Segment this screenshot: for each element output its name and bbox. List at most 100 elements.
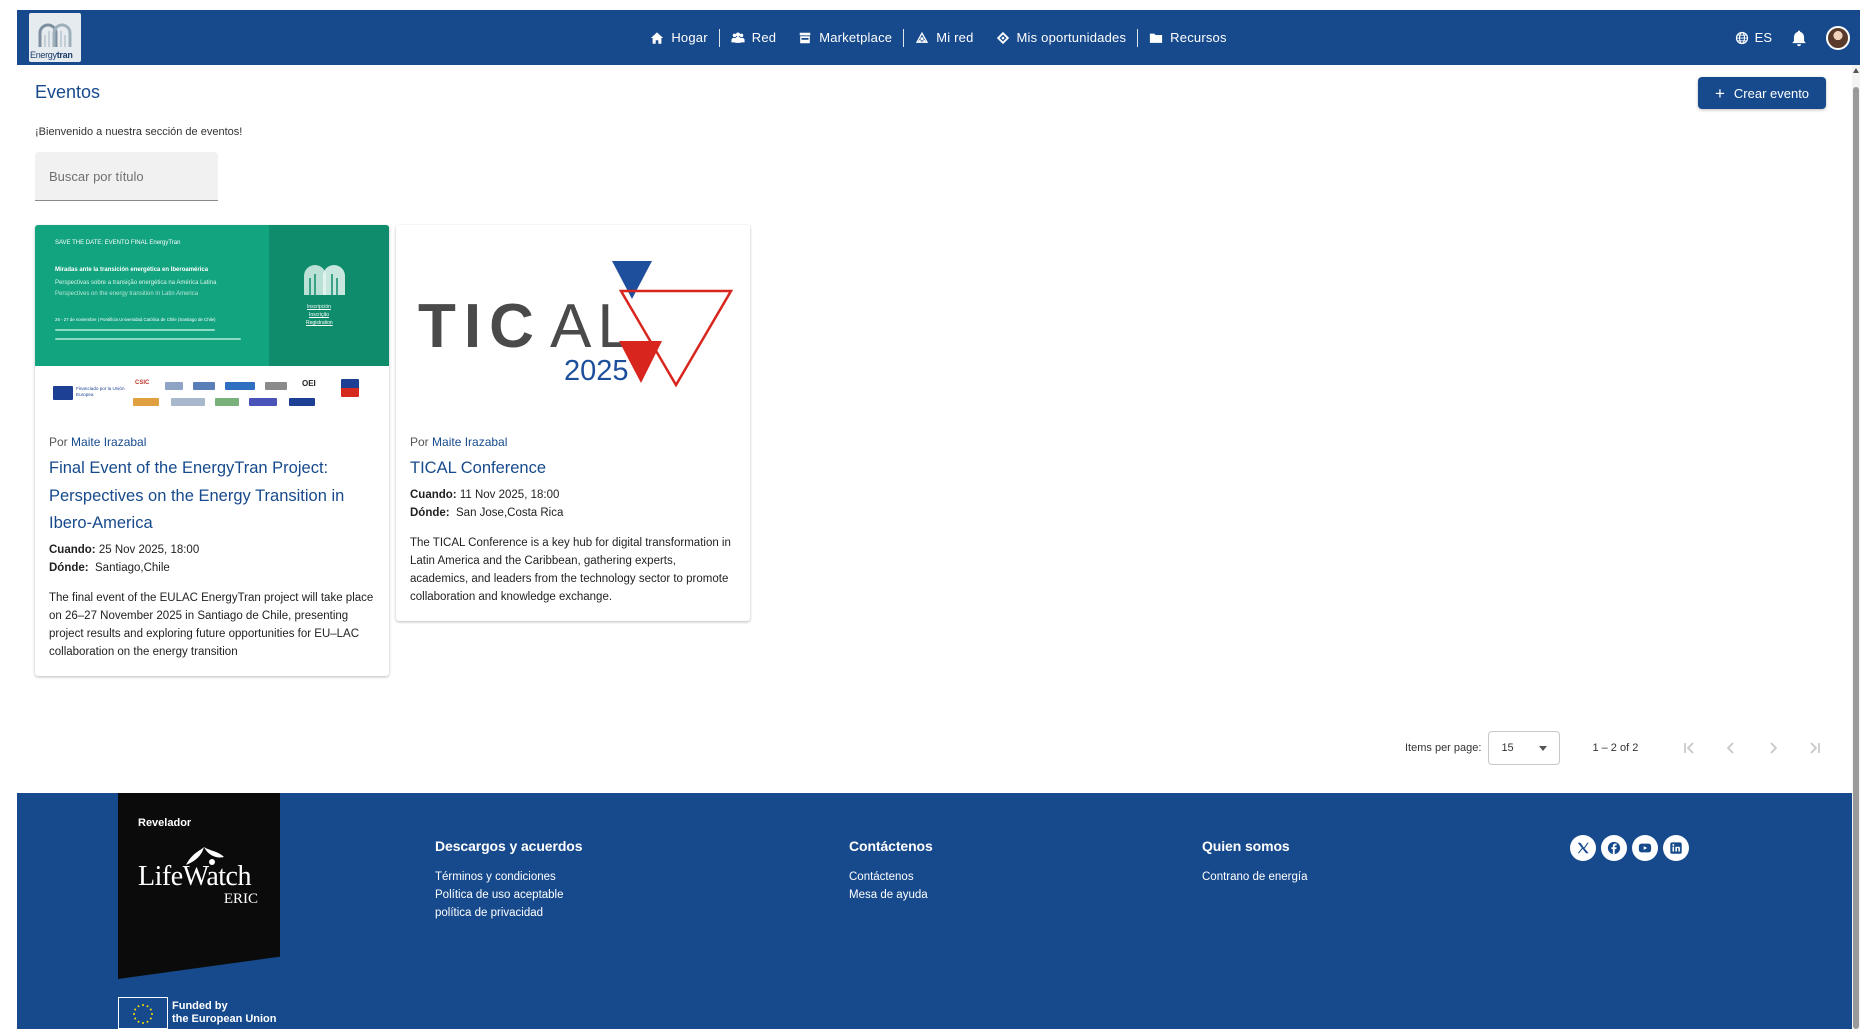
- footer-column-contact: Contáctenos Contáctenos Mesa de ayuda: [849, 838, 933, 904]
- top-navbar: Energytran Hogar Red Marketplace Mi red: [17, 10, 1860, 65]
- language-selector[interactable]: ES: [1735, 30, 1772, 45]
- eu-flag: [118, 997, 168, 1029]
- event-card[interactable]: Inscripción Inscrição Registration SAVE …: [35, 225, 389, 676]
- search-input[interactable]: [35, 152, 218, 200]
- caret-down-icon: [1539, 745, 1548, 751]
- scrollbar-thumb[interactable]: [1853, 87, 1859, 1029]
- last-page-button[interactable]: [1794, 731, 1836, 765]
- where-value: Santiago,Chile: [95, 561, 170, 574]
- footer-column-title: Descargos y acuerdos: [435, 838, 583, 854]
- poster-arch-icon: [304, 265, 345, 295]
- footer-link-about[interactable]: Contrano de energía: [1202, 868, 1308, 886]
- partner-logo: [225, 382, 255, 390]
- lifewatch-eric: ERIC: [223, 891, 258, 907]
- footer-link-acceptable-use[interactable]: Política de uso aceptable: [435, 886, 582, 904]
- storefront-icon: [799, 32, 811, 43]
- banner-label: Revelador: [138, 817, 192, 829]
- where-label: Dónde:: [410, 506, 450, 519]
- nav-label-recursos: Recursos: [1170, 30, 1227, 45]
- nav-item-hogar[interactable]: Hogar: [639, 23, 718, 53]
- tical-logo: TIC AL 2025: [418, 261, 734, 388]
- nav-item-red[interactable]: Red: [720, 23, 787, 53]
- next-page-button[interactable]: [1752, 731, 1794, 765]
- bell-icon[interactable]: [1790, 29, 1808, 47]
- event-card-body: Por Maite Irazabal TICAL Conference Cuan…: [396, 425, 750, 606]
- plus-icon: +: [1714, 83, 1725, 103]
- previous-page-button[interactable]: [1710, 731, 1752, 765]
- create-event-label: Crear evento: [1733, 85, 1810, 101]
- scroll-up-icon[interactable]: [1853, 68, 1859, 73]
- poster-subline-en: Perspectives on the energy transition in…: [55, 291, 199, 297]
- footer-link-contact[interactable]: Contáctenos: [849, 868, 933, 886]
- when-value: 25 Nov 2025, 18:00: [98, 543, 200, 556]
- eu-stars-icon: [133, 1004, 153, 1024]
- when-label: Cuando:: [49, 543, 96, 556]
- events-page: Energytran Hogar Red Marketplace Mi red: [0, 0, 1860, 1029]
- youtube-link[interactable]: [1632, 835, 1658, 861]
- nav-divider: [903, 28, 905, 47]
- event-when: Cuando: 25 Nov 2025, 18:00: [49, 541, 375, 559]
- author-link[interactable]: Maite Irazabal: [71, 435, 146, 449]
- author-link[interactable]: Maite Irazabal: [432, 435, 507, 449]
- when-value: 11 Nov 2025, 18:00: [459, 488, 560, 501]
- chevron-right-icon: [1770, 742, 1778, 754]
- paginator: Items per page: 15 1 – 2 of 2: [1405, 731, 1836, 765]
- linkedin-link[interactable]: [1663, 835, 1689, 861]
- partner-logo: [193, 382, 215, 390]
- nav-divider: [718, 28, 720, 47]
- youtube-icon: [1638, 843, 1652, 853]
- tag-icon: [996, 31, 1009, 44]
- search-field[interactable]: [35, 152, 218, 201]
- poster-eu-funded: Financiado por la Unión Europea: [76, 386, 125, 397]
- poster-headline: Miradas ante la transición energética en…: [55, 267, 209, 273]
- event-title-link[interactable]: Final Event of the EnergyTran Project: P…: [49, 455, 375, 538]
- nav-item-recursos[interactable]: Recursos: [1138, 23, 1238, 53]
- nav-right-group: ES: [1735, 10, 1850, 65]
- nav-item-mis-oportunidades[interactable]: Mis oportunidades: [985, 23, 1138, 53]
- tical-logo-image[interactable]: TIC AL 2025: [396, 225, 750, 425]
- nav-label-mi-red: Mi red: [936, 30, 974, 45]
- footer-link-helpdesk[interactable]: Mesa de ayuda: [849, 886, 933, 904]
- where-label: Dónde:: [49, 561, 89, 574]
- event-byline: Por Maite Irazabal: [49, 435, 375, 449]
- create-event-button[interactable]: + Crear evento: [1698, 77, 1826, 109]
- language-code: ES: [1754, 30, 1772, 45]
- globe-icon: [1735, 31, 1748, 44]
- tical-year: 2025: [564, 355, 629, 387]
- lifewatch-wordmark: LifeWatch: [138, 861, 251, 892]
- event-byline: Por Maite Irazabal: [410, 435, 736, 449]
- partner-logo: [249, 398, 277, 406]
- x-link[interactable]: [1570, 835, 1596, 861]
- window-top-strip: [0, 0, 1860, 10]
- eu-funded-line1: Funded by: [172, 1000, 228, 1012]
- page-size-select[interactable]: 15: [1488, 731, 1561, 765]
- facebook-link[interactable]: [1601, 835, 1627, 861]
- user-avatar[interactable]: [1826, 25, 1850, 50]
- poster-register-es: Inscripción: [307, 304, 331, 310]
- partner-logo: [171, 398, 205, 406]
- nav-item-mi-red[interactable]: Mi red: [904, 23, 984, 53]
- event-where: Dónde: Santiago,Chile: [49, 559, 375, 577]
- page-title: Eventos: [35, 82, 101, 102]
- partner-logo: [265, 382, 287, 390]
- partner-logo: [165, 382, 183, 390]
- footer-column-title: Quien somos: [1202, 838, 1290, 854]
- nav-divider: [1137, 28, 1139, 47]
- lifewatch-banner[interactable]: Revelador LifeWatch ERIC: [118, 793, 280, 979]
- event-title-link[interactable]: TICAL Conference: [410, 455, 736, 483]
- tical-word-bold: TIC: [418, 292, 542, 361]
- event-when: Cuando: 11 Nov 2025, 18:00: [410, 486, 736, 504]
- last-page-icon: [1810, 742, 1821, 754]
- page-scrollbar[interactable]: [1852, 65, 1860, 1029]
- event-card[interactable]: TIC AL 2025 Por Maite Irazabal TICAL Con…: [396, 225, 750, 621]
- poster-dates: 26 - 27 de noviembre | Pontificia Univer…: [55, 317, 216, 322]
- linkedin-icon: [1670, 842, 1682, 854]
- event-poster-image[interactable]: Inscripción Inscrição Registration SAVE …: [35, 225, 389, 425]
- footer-link-terms[interactable]: Términos y condiciones: [435, 868, 582, 886]
- first-page-button[interactable]: [1668, 731, 1710, 765]
- event-where: Dónde: San Jose,Costa Rica: [410, 504, 736, 522]
- footer-link-privacy[interactable]: política de privacidad: [435, 904, 582, 922]
- page-range: 1 – 2 of 2: [1592, 742, 1639, 754]
- nav-item-marketplace[interactable]: Marketplace: [787, 23, 903, 53]
- nav-label-hogar: Hogar: [671, 30, 708, 45]
